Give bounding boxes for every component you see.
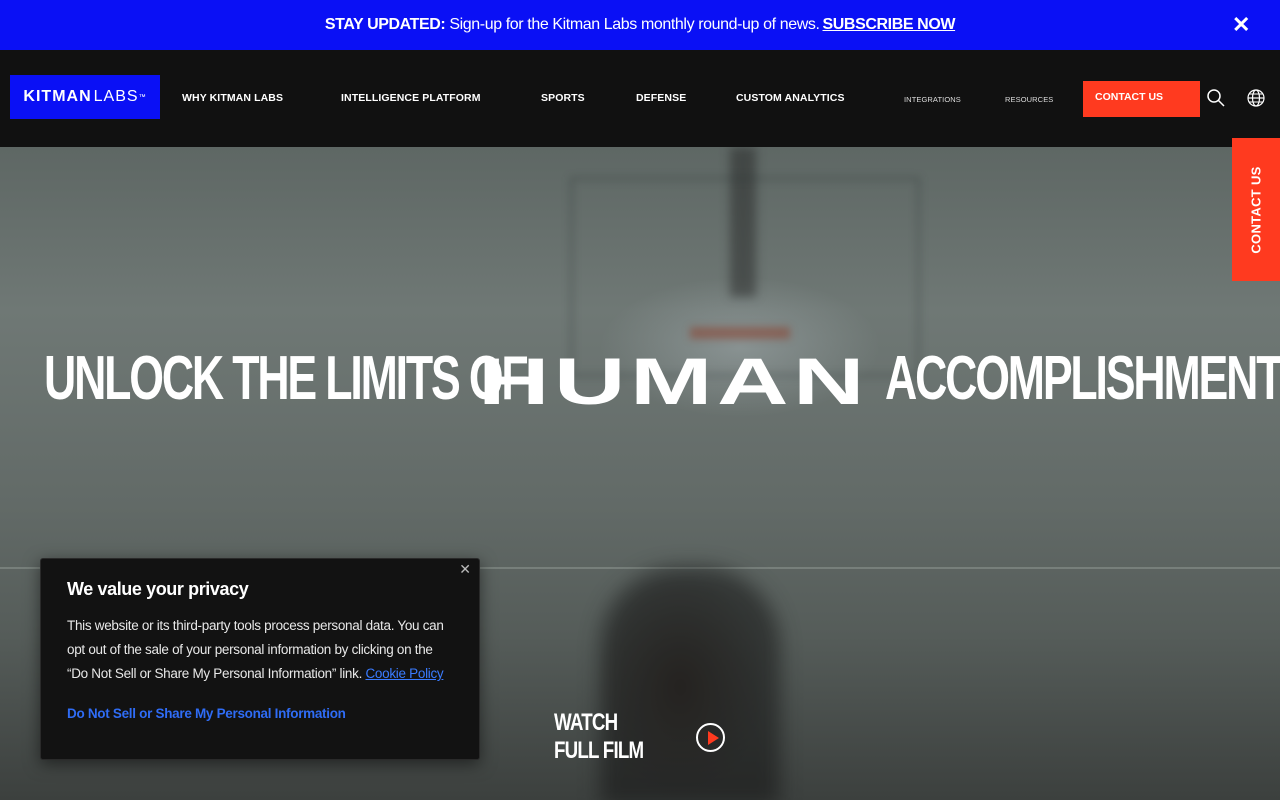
nav-item-intelligence-platform[interactable]: INTELLIGENCE PLATFORM <box>341 92 481 104</box>
nav-item-custom-analytics[interactable]: CUSTOM ANALYTICS <box>736 92 845 104</box>
contact-us-button[interactable]: CONTACT US <box>1083 81 1200 117</box>
athlete-figure <box>600 567 780 800</box>
headline-part2: ACCOMPLISHMENT <box>885 344 1280 413</box>
main-navigation: KITMAN LABS ™ WHY KITMAN LABS INTELLIGENCE… <box>0 50 1280 147</box>
close-icon[interactable]: ✕ <box>459 561 471 578</box>
nav-item-sports[interactable]: SPORTS <box>541 92 585 104</box>
promo-text: Sign-up for the Kitman Labs monthly roun… <box>449 16 820 33</box>
subscribe-link[interactable]: SUBSCRIBE NOW <box>823 16 956 34</box>
close-icon[interactable]: ✕ <box>1230 14 1252 36</box>
promo-lead: STAY UPDATED: <box>324 16 446 33</box>
nav-item-integrations[interactable]: INTEGRATIONS <box>904 95 961 104</box>
kitman-labs-logo[interactable]: KITMAN LABS ™ <box>10 75 160 119</box>
cookie-policy-link[interactable]: Cookie Policy <box>365 666 443 681</box>
logo-trademark: ™ <box>138 93 147 101</box>
search-icon[interactable] <box>1206 88 1226 108</box>
hoop-rim <box>690 327 790 339</box>
nav-item-why-kitman-labs[interactable]: WHY KITMAN LABS <box>182 92 283 104</box>
nav-item-defense[interactable]: DEFENSE <box>636 92 686 104</box>
logo-word-labs: LABS <box>93 88 139 105</box>
logo-word-kitman: KITMAN <box>23 88 92 105</box>
watch-label: WATCH FULL FILM <box>554 709 644 764</box>
watch-full-film-button[interactable]: WATCH FULL FILM <box>554 709 725 764</box>
play-icon <box>696 722 725 752</box>
cookie-title: We value your privacy <box>67 579 249 599</box>
headline-part1: UNLOCK THE LIMITS OF <box>44 344 529 413</box>
side-contact-tab[interactable]: CONTACT US <box>1232 138 1280 281</box>
globe-icon[interactable] <box>1246 88 1266 108</box>
cookie-consent-dialog: ✕ We value your privacy This website or … <box>40 558 480 760</box>
headline-emphasis: HUMAN <box>478 344 869 418</box>
cookie-body: This website or its third-party tools pr… <box>67 614 453 686</box>
do-not-sell-link[interactable]: Do Not Sell or Share My Personal Informa… <box>67 706 453 721</box>
promo-banner: STAY UPDATED: Sign-up for the Kitman Lab… <box>0 0 1280 50</box>
side-contact-label: CONTACT US <box>1248 165 1264 254</box>
nav-item-resources[interactable]: RESOURCES <box>1005 95 1053 104</box>
